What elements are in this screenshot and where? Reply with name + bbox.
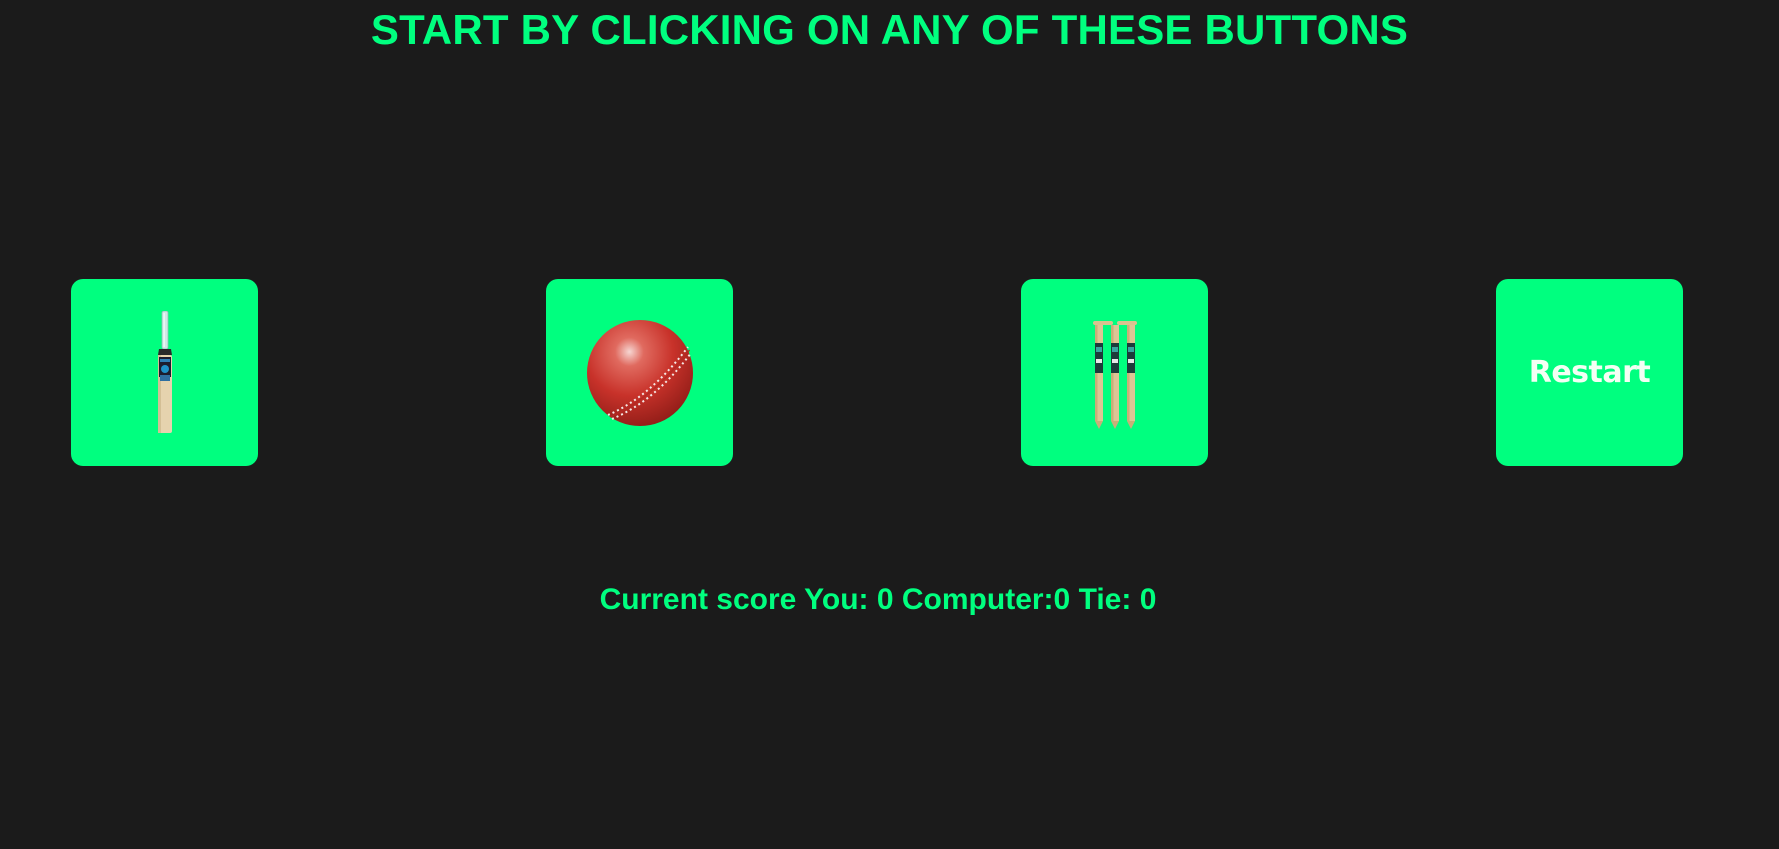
bat-button[interactable]	[71, 279, 258, 466]
score-display: Current score You: 0 Computer:0 Tie: 0	[599, 583, 1157, 616]
cricket-bat-icon	[157, 310, 172, 433]
restart-button[interactable]: Restart	[1496, 279, 1683, 466]
restart-label: Restart	[1528, 355, 1651, 390]
cricket-ball-icon	[586, 319, 693, 426]
ball-button[interactable]	[546, 279, 733, 466]
page-heading: START BY CLICKING ON ANY OF THESE BUTTON…	[370, 6, 1409, 53]
stumps-button[interactable]	[1021, 279, 1208, 466]
cricket-stumps-icon	[1092, 320, 1137, 429]
